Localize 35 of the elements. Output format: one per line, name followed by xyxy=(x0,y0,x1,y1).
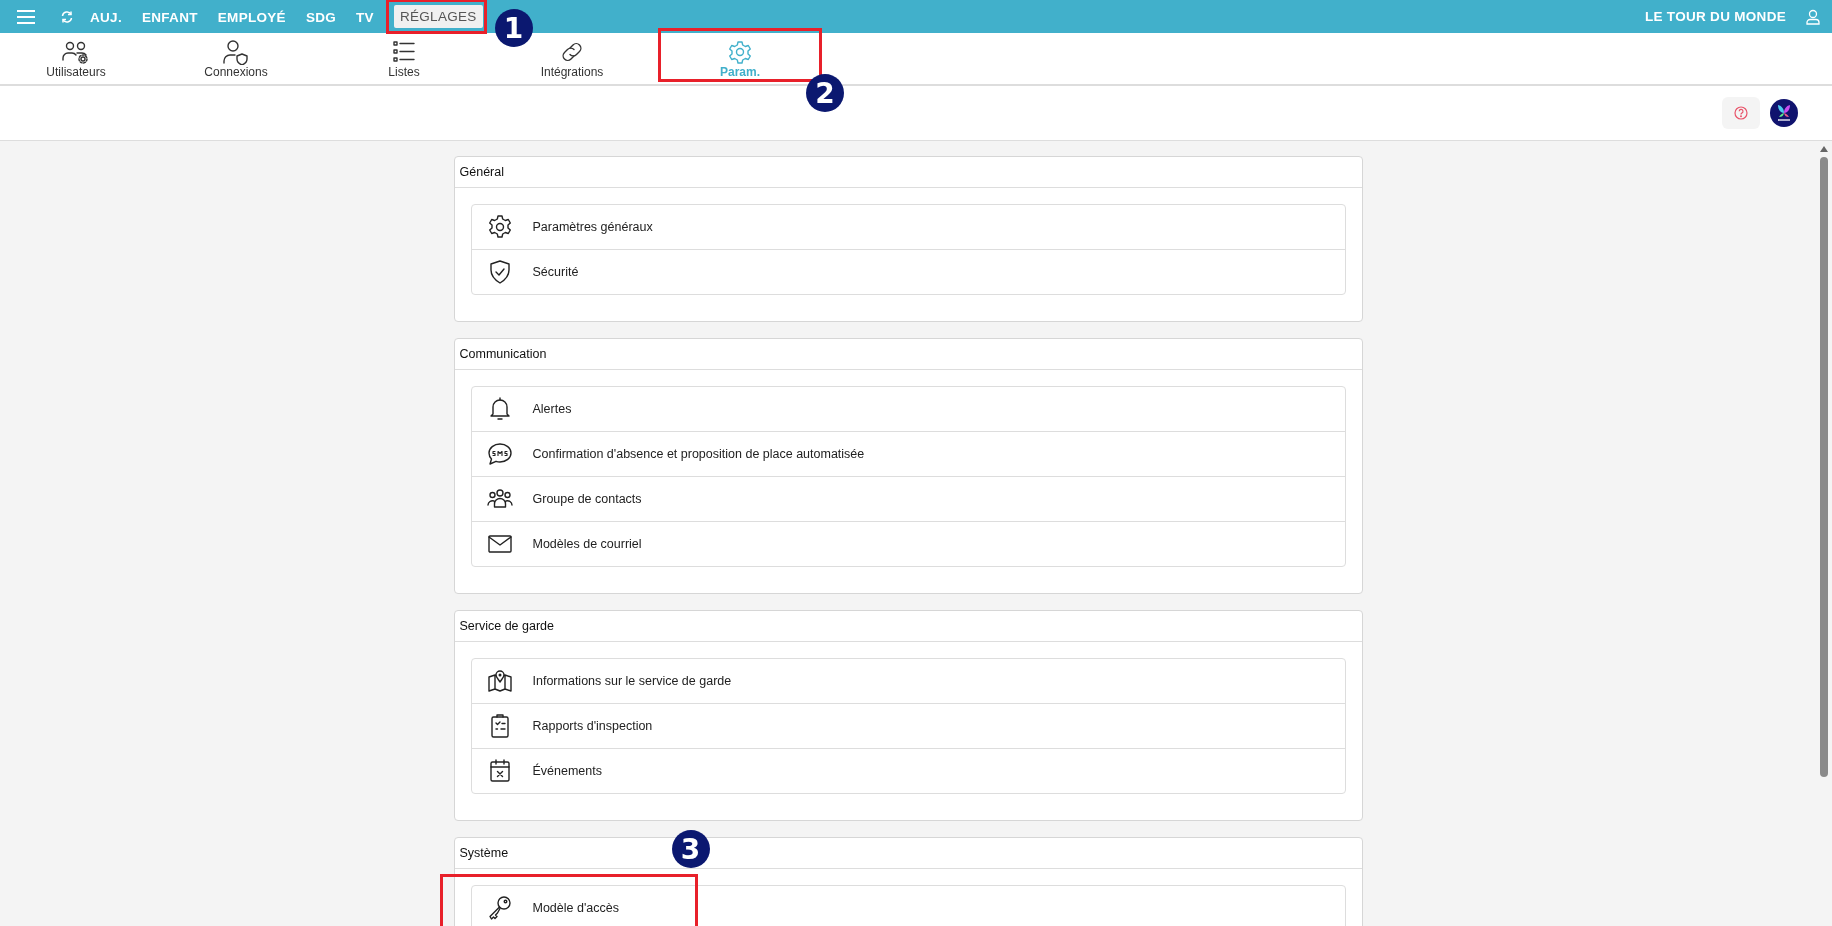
settings-item[interactable]: Alertes xyxy=(471,387,1345,431)
section-title: Communication xyxy=(454,339,1362,370)
organization-name: LE TOUR DU MONDE xyxy=(1644,9,1786,24)
settings-item[interactable]: Modèle d'accès xyxy=(471,886,1345,926)
callout-number: 1 xyxy=(494,9,533,47)
app-logo-icon[interactable] xyxy=(1770,99,1798,127)
section-title: Général xyxy=(454,157,1362,188)
section-title: Service de garde xyxy=(454,611,1362,642)
settings-item[interactable]: Sécurité xyxy=(471,250,1345,294)
key-icon xyxy=(486,895,513,921)
settings-tab[interactable]: Intégrations xyxy=(532,33,612,84)
settings-item[interactable]: Paramètres généraux xyxy=(471,205,1345,249)
menu-icon[interactable] xyxy=(16,8,36,25)
user-icon[interactable] xyxy=(1806,8,1820,25)
map-pin-icon xyxy=(486,668,513,694)
refresh-icon[interactable] xyxy=(60,9,74,24)
help-icon xyxy=(1734,106,1748,120)
nav-menu-item[interactable]: RÉGLAGES xyxy=(393,5,483,28)
callout-number: 2 xyxy=(806,74,844,112)
settings-item[interactable]: Confirmation d'absence et proposition de place automatisée xyxy=(471,432,1345,476)
settings-tab[interactable]: Connexions xyxy=(196,33,276,84)
scrollbar-thumb[interactable] xyxy=(1820,157,1828,777)
sms-bubble-icon xyxy=(486,441,513,467)
settings-item[interactable]: Groupe de contacts xyxy=(471,477,1345,521)
settings-tab[interactable]: Listes xyxy=(380,33,428,84)
settings-item[interactable]: Modèles de courriel xyxy=(471,522,1345,566)
settings-icon xyxy=(486,214,513,240)
settings-tab[interactable]: Utilisateurs xyxy=(38,33,114,84)
settings-item[interactable]: Événements xyxy=(471,749,1345,793)
user-shield-icon xyxy=(221,38,251,65)
settings-item[interactable]: Rapports d'inspection xyxy=(471,704,1345,748)
settings-item[interactable]: Informations sur le service de garde xyxy=(471,659,1345,703)
help-button[interactable] xyxy=(1722,97,1760,129)
scroll-up-arrow-icon[interactable] xyxy=(1819,145,1829,153)
callout-number: 3 xyxy=(671,830,710,868)
